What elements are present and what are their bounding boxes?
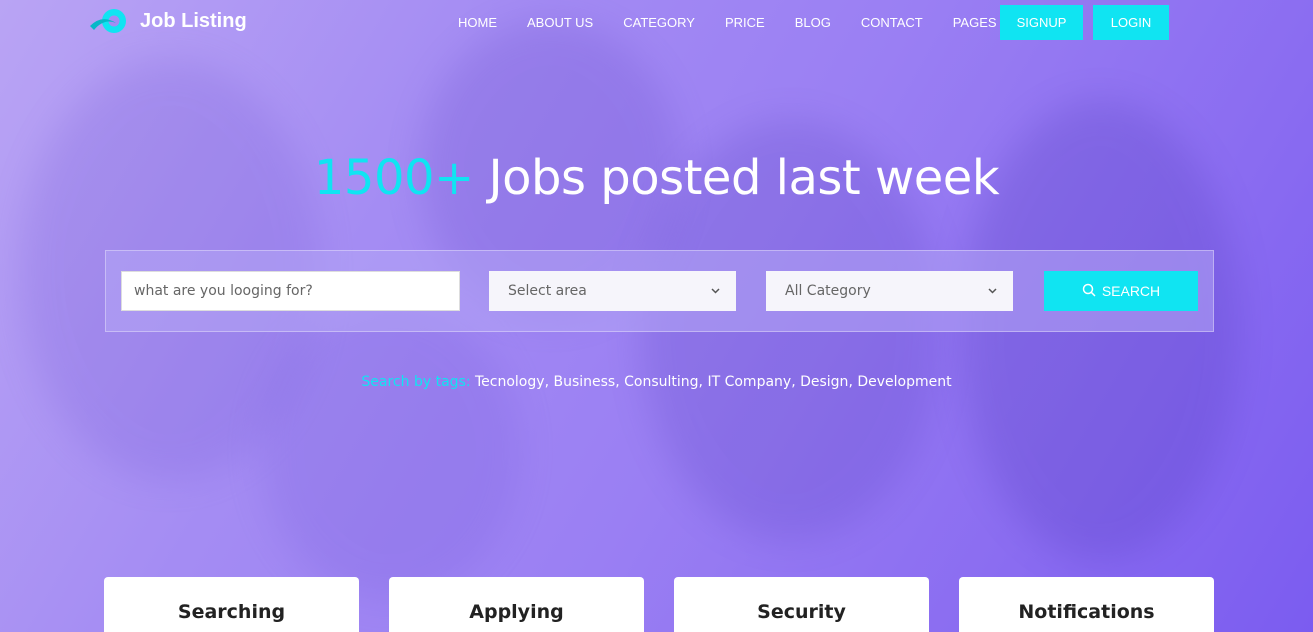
search-tags: Search by tags: Tecnology, Business, Con… [361,374,952,390]
feature-card-title: Applying [469,601,564,623]
feature-card-notifications: Notifications [959,577,1214,632]
feature-card-title: Searching [177,601,286,623]
nav-item-home[interactable]: HOME [458,15,497,30]
feature-card-security: Security [674,577,929,632]
signup-button[interactable]: SIGNUP [1000,5,1083,40]
top-navbar: Job Listing HOME ABOUT US CATEGORY PRICE… [0,0,1313,44]
tag-link[interactable]: Development [857,374,951,390]
nav-item-contact[interactable]: CONTACT [861,15,923,30]
area-select-value: Select area [508,283,587,299]
nav-item-label: BLOG [794,14,831,30]
search-button[interactable]: SEARCH [1044,271,1198,311]
search-icon [1082,283,1096,300]
nav-item-category[interactable]: CATEGORY [623,15,695,30]
login-button[interactable]: LOGIN [1093,5,1169,40]
tag-link[interactable]: Business [553,374,615,390]
nav-item-blog[interactable]: BLOG [795,15,831,30]
nav-item-about-us[interactable]: ABOUT US [527,15,593,30]
feature-card-title: Security [757,601,846,623]
nav-item-label: PAGES [952,14,997,30]
brand-logo-link[interactable]: Job Listing [88,6,247,36]
keyword-search-input[interactable] [121,271,460,311]
logo-icon [88,6,130,36]
background-photo-blur [260,300,520,600]
feature-card-searching: Searching [104,577,359,632]
hero-title-count: 1500+ [313,150,474,206]
nav-item-label: PRICE [724,14,765,30]
main-nav: HOME ABOUT US CATEGORY PRICE BLOG CONTAC… [458,0,1042,44]
nav-item-label: HOME [458,14,497,30]
category-select-value: All Category [785,283,871,299]
hero-title: 1500+ Jobs posted last week [0,150,1313,206]
feature-card-title: Notifications [1018,601,1155,623]
hero-title-text: Jobs posted last week [473,150,1000,206]
nav-item-label: ABOUT US [527,14,594,30]
tag-link[interactable]: Design [800,374,848,390]
chevron-down-icon [711,286,720,297]
tag-link[interactable]: Consulting [624,374,698,390]
nav-item-label: CATEGORY [623,14,695,30]
tags-label: Search by tags: [361,374,471,390]
tag-link[interactable]: IT Company [707,374,791,390]
area-select[interactable]: Select area [489,271,736,311]
search-button-label: SEARCH [1101,283,1161,299]
brand-name: Job Listing [140,9,247,32]
job-search-form: Select area All Category SEARCH [105,250,1214,332]
feature-card-applying: Applying [389,577,644,632]
nav-item-price[interactable]: PRICE [725,15,765,30]
chevron-down-icon [988,286,997,297]
nav-item-label: CONTACT [860,14,923,30]
tag-link[interactable]: Tecnology [475,374,545,390]
category-select[interactable]: All Category [766,271,1013,311]
